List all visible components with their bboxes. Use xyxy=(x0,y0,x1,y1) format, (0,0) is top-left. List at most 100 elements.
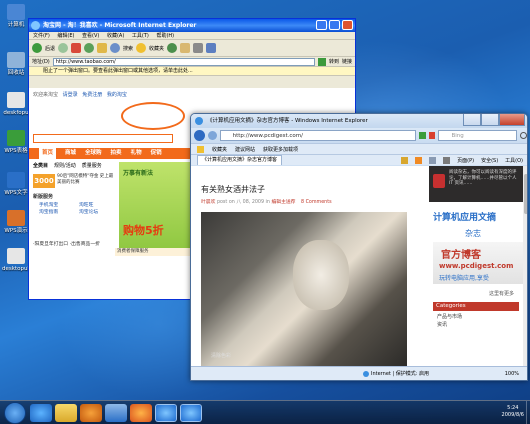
taobao-search-input[interactable] xyxy=(33,134,173,143)
ie-taskbar-icon-2[interactable] xyxy=(180,404,202,422)
blog-label-banner[interactable]: 官方博客 www.pcdigest.com 玩转电脑应用,享受 xyxy=(433,242,525,284)
favorites-star-icon[interactable] xyxy=(197,145,204,153)
desktop-icon-wps-presentation[interactable]: WPS演示 xyxy=(2,210,30,235)
favorites-star-icon[interactable] xyxy=(136,43,147,53)
menu-edit[interactable]: 编辑(E) xyxy=(57,33,74,39)
register-link[interactable]: 免费注册 xyxy=(82,92,102,98)
search-icon[interactable] xyxy=(110,43,121,53)
menu-view[interactable]: 查看(V) xyxy=(82,33,99,39)
maximize-button[interactable] xyxy=(481,114,499,126)
safety-menu[interactable]: 安全(S) xyxy=(481,157,498,164)
search-label[interactable]: 搜索 xyxy=(123,45,133,52)
category-item[interactable]: 产品与市场 xyxy=(437,313,462,320)
promo-3000-badge[interactable]: 3000 xyxy=(33,174,55,188)
mail-icon[interactable] xyxy=(180,43,191,53)
link-wangwang[interactable]: 淘旺旺 xyxy=(79,202,119,209)
taobao-nav-promo[interactable]: 促销 xyxy=(151,148,162,159)
address-input[interactable]: http://www.taobao.com/ xyxy=(52,57,315,66)
menu-tools[interactable]: 工具(T) xyxy=(132,33,149,39)
comments-link[interactable]: 8 Comments xyxy=(301,200,332,205)
back-arrow-icon[interactable] xyxy=(32,43,42,53)
get-addons-link[interactable]: 获取更多加载项 xyxy=(263,146,298,153)
history-icon[interactable] xyxy=(167,43,178,53)
media-player-icon[interactable] xyxy=(80,404,102,422)
back-label[interactable]: 后退 xyxy=(45,45,55,52)
menu-favorites[interactable]: 收藏(A) xyxy=(107,33,124,39)
category-link[interactable]: 编辑主送荐 xyxy=(271,200,295,205)
popup-blocked-infobar[interactable]: 阻止了一个弹出窗口。要查看此弹出窗口或其他选项，请单击此处... xyxy=(29,67,355,76)
sidebar-brand[interactable]: 计算机应用文摘 xyxy=(433,210,496,223)
go-button[interactable]: 转到 xyxy=(329,58,339,65)
link-forum[interactable]: 淘宝论坛 xyxy=(79,209,119,216)
taobao-nav-gift[interactable]: 礼物 xyxy=(131,148,142,159)
minimize-button[interactable] xyxy=(463,114,481,126)
author-link[interactable]: 叶晨欢 xyxy=(201,200,215,205)
more-text[interactable]: 这里有更多 xyxy=(489,290,514,297)
page-menu[interactable]: 页面(P) xyxy=(457,157,474,164)
taobao-nav-global[interactable]: 全球购 xyxy=(85,148,102,159)
suggested-sites-link[interactable]: 建议网站 xyxy=(235,146,255,153)
back-arrow-icon[interactable] xyxy=(194,130,205,141)
mail-icon[interactable] xyxy=(429,156,437,164)
close-button[interactable] xyxy=(499,114,525,126)
stop-icon[interactable] xyxy=(71,43,82,53)
home-icon[interactable] xyxy=(97,43,108,53)
login-link[interactable]: 请登录 xyxy=(63,92,78,98)
favorites-label[interactable]: 收藏夹 xyxy=(149,45,164,52)
status-zone[interactable]: Internet | 保护模式: 启用 xyxy=(371,367,429,380)
home-icon[interactable] xyxy=(401,156,409,164)
consumer-protection-bar[interactable]: 消费者保障服务 xyxy=(115,248,195,256)
bottom-text[interactable]: ·阳夏旦年打出口 ·出售商品一折 xyxy=(33,240,100,247)
tab-all-categories[interactable]: 全类目 xyxy=(33,162,48,169)
tab-rules[interactable]: 规则/活动 xyxy=(54,162,76,169)
clock[interactable]: 5:24 2009/8/6 xyxy=(502,405,524,419)
vertical-scrollbar[interactable] xyxy=(523,166,527,368)
maximize-button[interactable] xyxy=(329,20,340,30)
start-button[interactable] xyxy=(4,402,26,424)
close-button[interactable] xyxy=(342,20,353,30)
forward-arrow-icon[interactable] xyxy=(58,43,69,53)
search-icon[interactable] xyxy=(520,132,527,139)
ie8-window[interactable]: 《计算机应用文摘》杂志官方博客 - Windows Internet Explo… xyxy=(190,113,528,381)
ie6-titlebar[interactable]: 淘宝网 - 淘！我喜欢 - Microsoft Internet Explore… xyxy=(29,19,355,32)
firefox-icon[interactable] xyxy=(130,404,152,422)
print-icon[interactable] xyxy=(443,156,451,164)
explorer-icon[interactable] xyxy=(55,404,77,422)
scrollbar-thumb[interactable] xyxy=(524,174,527,214)
rss-icon[interactable] xyxy=(415,156,423,164)
category-item[interactable]: 资讯 xyxy=(437,321,447,328)
refresh-icon[interactable] xyxy=(84,43,95,53)
desktop-icon-computer[interactable]: 计算机 xyxy=(2,4,30,29)
wps-icon[interactable] xyxy=(105,404,127,422)
desktop-icon-deskfopu[interactable]: deskfopu xyxy=(2,92,30,117)
link-mobile[interactable]: 手机淘宝 xyxy=(39,202,79,209)
blog-post-title[interactable]: 有关熟女酒井法子 xyxy=(201,184,265,195)
ie-taskbar-icon[interactable] xyxy=(155,404,177,422)
go-arrow-icon[interactable] xyxy=(317,57,326,66)
minimize-button[interactable] xyxy=(316,20,327,30)
forward-arrow-icon[interactable] xyxy=(207,131,217,140)
menu-file[interactable]: 文件(F) xyxy=(33,33,50,39)
tab-quality[interactable]: 质量服务 xyxy=(82,162,102,169)
taobao-nav-mall[interactable]: 商城 xyxy=(65,148,76,159)
my-taobao-link[interactable]: 我的淘宝 xyxy=(107,92,127,98)
refresh-icon[interactable] xyxy=(418,132,426,139)
tools-menu[interactable]: 工具(O) xyxy=(505,157,523,164)
desktop-icon-wps-spreadsheet[interactable]: WPS表格 xyxy=(2,130,30,155)
links-label[interactable]: 链接 xyxy=(342,58,352,65)
promo-text[interactable]: 90后"网店模特"夺金 史上最美丽的比赛 xyxy=(57,174,115,185)
ie-icon[interactable] xyxy=(30,404,52,422)
search-input[interactable]: Bing xyxy=(438,130,518,141)
taobao-ad-banner[interactable]: 万事有新法 购物5折 xyxy=(119,162,195,254)
address-input[interactable]: http://www.pcdigest.com/ xyxy=(219,130,416,141)
menu-help[interactable]: 帮助(H) xyxy=(156,33,174,39)
taobao-logo[interactable] xyxy=(121,102,185,130)
desktop-icon-wps-writer[interactable]: WPS文字 xyxy=(2,172,30,197)
taobao-nav-home[interactable]: 首页 xyxy=(39,148,57,159)
taobao-nav-auction[interactable]: 拍卖 xyxy=(111,148,122,159)
link-guide[interactable]: 淘宝指南 xyxy=(39,209,79,216)
tab-pcdigest[interactable]: 《计算机应用文摘》杂志官方博客 xyxy=(197,155,283,165)
zoom-level[interactable]: 100% xyxy=(505,367,519,380)
desktop-icon-desktopule[interactable]: desktopule xyxy=(2,248,32,273)
print-icon[interactable] xyxy=(193,43,204,53)
